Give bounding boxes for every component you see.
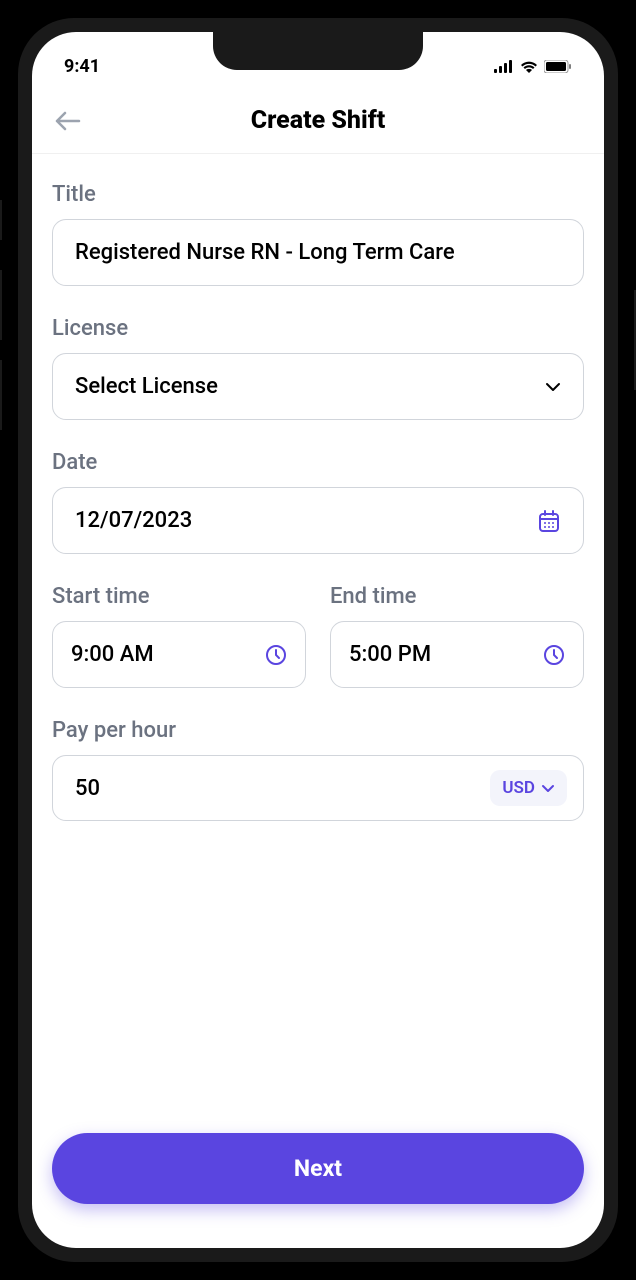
title-label: Title	[52, 182, 584, 207]
title-field-group: Title Registered Nurse RN - Long Term Ca…	[52, 182, 584, 286]
time-row: Start time 9:00 AM End t	[52, 584, 584, 688]
license-label: License	[52, 316, 584, 341]
next-button[interactable]: Next	[52, 1133, 584, 1204]
volume-up-button	[0, 270, 2, 340]
license-field-group: License Select License	[52, 316, 584, 420]
volume-down-button	[0, 360, 2, 430]
back-button[interactable]	[52, 105, 84, 137]
start-time-value: 9:00 AM	[71, 642, 154, 667]
notch	[213, 32, 423, 70]
form-content: Title Registered Nurse RN - Long Term Ca…	[32, 154, 604, 1121]
date-input[interactable]: 12/07/2023	[52, 487, 584, 554]
arrow-left-icon	[55, 111, 81, 131]
currency-label: USD	[502, 778, 535, 798]
start-time-label: Start time	[52, 584, 306, 609]
date-label: Date	[52, 450, 584, 475]
license-placeholder: Select License	[75, 374, 218, 399]
status-time: 9:41	[64, 56, 100, 77]
chevron-down-icon	[545, 382, 561, 392]
page-title: Create Shift	[52, 106, 584, 135]
side-button	[0, 200, 2, 240]
end-time-label: End time	[330, 584, 584, 609]
title-input-value: Registered Nurse RN - Long Term Care	[75, 240, 455, 265]
chevron-down-icon	[541, 784, 555, 793]
date-field-group: Date 12/07/2023	[52, 450, 584, 554]
cellular-signal-icon	[494, 60, 514, 73]
end-time-field-group: End time 5:00 PM	[330, 584, 584, 688]
header: Create Shift	[32, 88, 604, 154]
phone-frame: 9:41	[0, 0, 636, 1280]
start-time-field-group: Start time 9:00 AM	[52, 584, 306, 688]
clock-icon	[543, 644, 565, 666]
screen: 9:41	[32, 32, 604, 1248]
battery-icon	[544, 60, 572, 73]
clock-icon	[265, 644, 287, 666]
license-select[interactable]: Select License	[52, 353, 584, 420]
date-input-value: 12/07/2023	[75, 508, 192, 533]
title-input[interactable]: Registered Nurse RN - Long Term Care	[52, 219, 584, 286]
pay-value: 50	[75, 776, 100, 801]
footer: Next	[32, 1121, 604, 1248]
calendar-icon	[537, 509, 561, 533]
currency-select[interactable]: USD	[490, 770, 567, 806]
status-icons	[494, 60, 572, 73]
pay-field-group: Pay per hour 50 USD	[52, 718, 584, 821]
end-time-value: 5:00 PM	[349, 642, 431, 667]
start-time-input[interactable]: 9:00 AM	[52, 621, 306, 688]
end-time-input[interactable]: 5:00 PM	[330, 621, 584, 688]
phone-body: 9:41	[18, 18, 618, 1262]
wifi-icon	[520, 60, 538, 73]
pay-label: Pay per hour	[52, 718, 584, 743]
pay-input[interactable]: 50 USD	[52, 755, 584, 821]
